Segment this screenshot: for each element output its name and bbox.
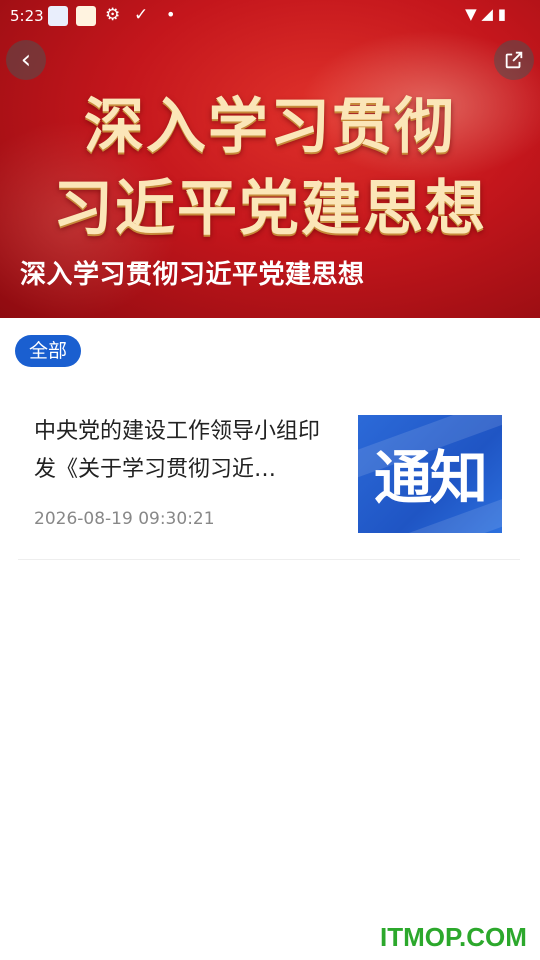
filter-chip-all[interactable]: 全部 [15,335,82,367]
chevron-left-icon: ‹ [20,45,32,75]
article-date: 2026-08-19 09:30:21 [34,509,215,529]
status-time: 5:23 [10,7,44,25]
banner-subtitle: 深入学习贯彻习近平党建思想 [20,260,365,290]
back-button[interactable]: ‹ [6,40,46,80]
watermark: ITMOP.COM [380,922,527,952]
settings-icon: ⚙ [105,5,121,25]
more-notifications-icon: • [166,5,176,24]
header-banner: 深入学习贯彻 习近平党建思想 深入学习贯彻习近平党建思想 [0,0,540,318]
status-bar: 5:23 ⚙ ✓ • ▼ ◢ ▮ [0,0,540,32]
share-icon [505,51,523,69]
signal-icon: ◢ [481,5,493,23]
share-button[interactable] [494,40,534,80]
banner-title-line2: 习近平党建思想 [53,174,487,244]
download-done-icon: ✓ [134,5,149,25]
app-notification-icon-2 [76,6,96,26]
app-notification-icon [48,6,68,26]
article-thumbnail: 通知 [358,415,502,533]
battery-icon: ▮ [497,5,506,23]
system-icons: ▼ ◢ ▮ [465,5,506,23]
banner-title-line1: 深入学习贯彻 [84,92,456,162]
wifi-icon: ▼ [465,5,477,23]
thumbnail-text: 通知 [373,444,488,512]
article-title: 中央党的建设工作领导小组印发《关于学习贯彻习近… [34,419,321,482]
article-list-item[interactable]: 中央党的建设工作领导小组印发《关于学习贯彻习近… 2026-08-19 09:3… [18,395,520,560]
